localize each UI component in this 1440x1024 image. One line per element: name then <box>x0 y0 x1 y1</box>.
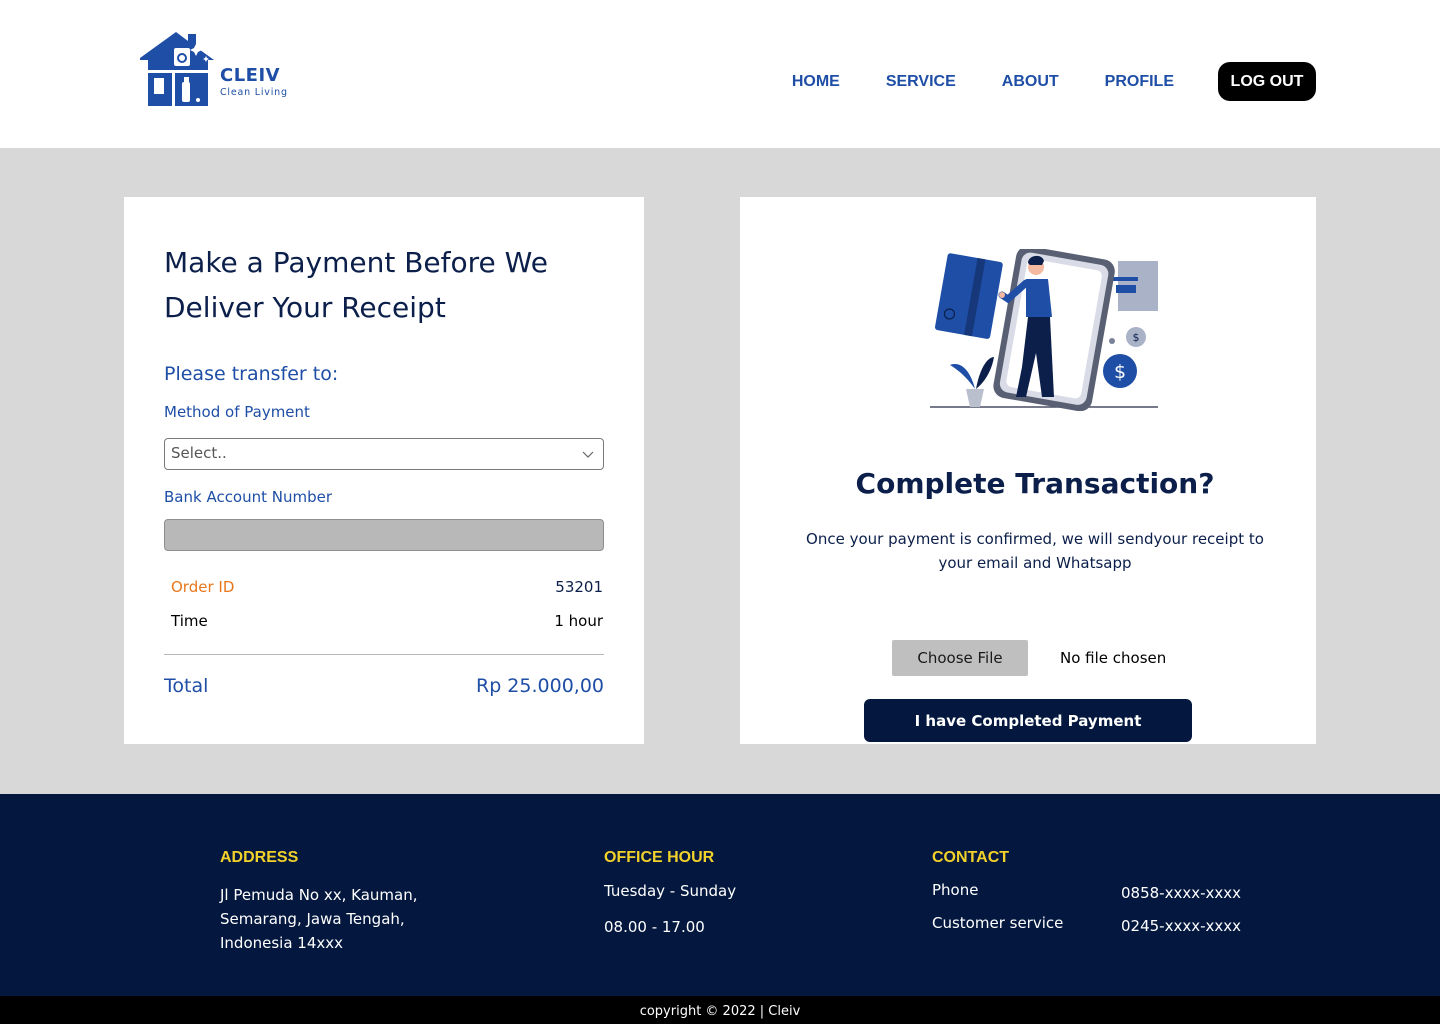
nav-service-link[interactable]: SERVICE <box>886 73 956 91</box>
nav-home-link[interactable]: HOME <box>792 73 840 91</box>
brand-logo[interactable]: CLEIV Clean Living <box>138 30 298 110</box>
footer-contact: CONTACT Phone 0858-xxxx-xxxx Customer se… <box>932 849 1262 947</box>
nav-about-link[interactable]: ABOUT <box>1002 73 1059 91</box>
contact-value[interactable]: 0858-xxxx-xxxx <box>1121 884 1241 902</box>
office-hour-heading: OFFICE HOUR <box>604 849 715 866</box>
divider <box>164 654 604 655</box>
address-line: Jl Pemuda No xx, Kauman, <box>220 886 418 904</box>
bank-account-label: Bank Account Number <box>164 488 333 506</box>
time-value: 1 hour <box>554 612 603 630</box>
office-days: Tuesday - Sunday <box>604 882 737 900</box>
total-label: Total <box>164 675 209 697</box>
confirm-description: Once your payment is confirmed, we will … <box>806 530 1264 572</box>
address-line: Semarang, Jawa Tengah, <box>220 910 405 928</box>
address-heading: ADDRESS <box>220 849 299 866</box>
main-content: Make a Payment Before We Deliver Your Re… <box>0 148 1440 794</box>
address-line: Indonesia 14xxx <box>220 934 344 952</box>
header: CLEIV Clean Living HOME SERVICE ABOUT PR… <box>0 0 1440 148</box>
contact-row: Phone 0858-xxxx-xxxx <box>932 881 1262 914</box>
time-label: Time <box>171 612 208 630</box>
payment-title: Make a Payment Before We Deliver Your Re… <box>164 246 548 324</box>
copyright-bar: copyright © 2022 | Cleiv <box>0 996 1440 1024</box>
order-id-row: Order ID 53201 <box>171 578 603 596</box>
payment-illustration: $ $ <box>930 249 1158 411</box>
contact-row: Customer service 0245-xxxx-xxxx <box>932 914 1262 947</box>
footer: ADDRESS Jl Pemuda No xx, Kauman, Semaran… <box>0 794 1440 996</box>
house-cleaning-logo-icon <box>140 32 214 106</box>
choose-file-button[interactable]: Choose File <box>892 640 1028 676</box>
footer-office-hour: OFFICE HOUR Tuesday - Sunday 08.00 - 17.… <box>604 849 736 937</box>
logout-button[interactable]: LOG OUT <box>1218 62 1316 101</box>
total-value: Rp 25.000,00 <box>476 675 604 697</box>
transfer-heading: Please transfer to: <box>164 363 339 385</box>
nav-profile-link[interactable]: PROFILE <box>1105 73 1174 91</box>
time-row: Time 1 hour <box>171 612 603 630</box>
svg-text:$: $ <box>1133 331 1140 344</box>
order-id-value: 53201 <box>555 578 603 596</box>
confirm-card: $ $ Complete Transaction? Once your paym… <box>740 197 1316 744</box>
confirm-title: Complete Transaction? <box>855 467 1215 500</box>
contact-value[interactable]: 0245-xxxx-xxxx <box>1121 917 1241 935</box>
main-nav: HOME SERVICE ABOUT PROFILE LOG OUT <box>792 62 1316 101</box>
order-id-label: Order ID <box>171 578 235 596</box>
brand-tagline: Clean Living <box>220 87 288 98</box>
payment-method-value: Select.. <box>171 444 227 462</box>
svg-text:$: $ <box>1114 361 1126 383</box>
brand-name: CLEIV <box>220 65 281 86</box>
file-status-text: No file chosen <box>1060 649 1167 667</box>
payment-card: Make a Payment Before We Deliver Your Re… <box>124 197 644 744</box>
chevron-down-icon <box>582 451 594 458</box>
completed-payment-button[interactable]: I have Completed Payment <box>864 699 1192 742</box>
contact-heading: CONTACT <box>932 849 1010 866</box>
payment-method-select[interactable]: Select.. <box>164 438 604 470</box>
footer-address: ADDRESS Jl Pemuda No xx, Kauman, Semaran… <box>220 849 460 955</box>
payment-method-label: Method of Payment <box>164 403 310 421</box>
contact-label: Customer service <box>932 914 1064 932</box>
bank-account-field[interactable] <box>164 519 604 551</box>
office-hours: 08.00 - 17.00 <box>604 918 705 936</box>
contact-label: Phone <box>932 881 979 899</box>
total-row: Total Rp 25.000,00 <box>164 675 604 697</box>
